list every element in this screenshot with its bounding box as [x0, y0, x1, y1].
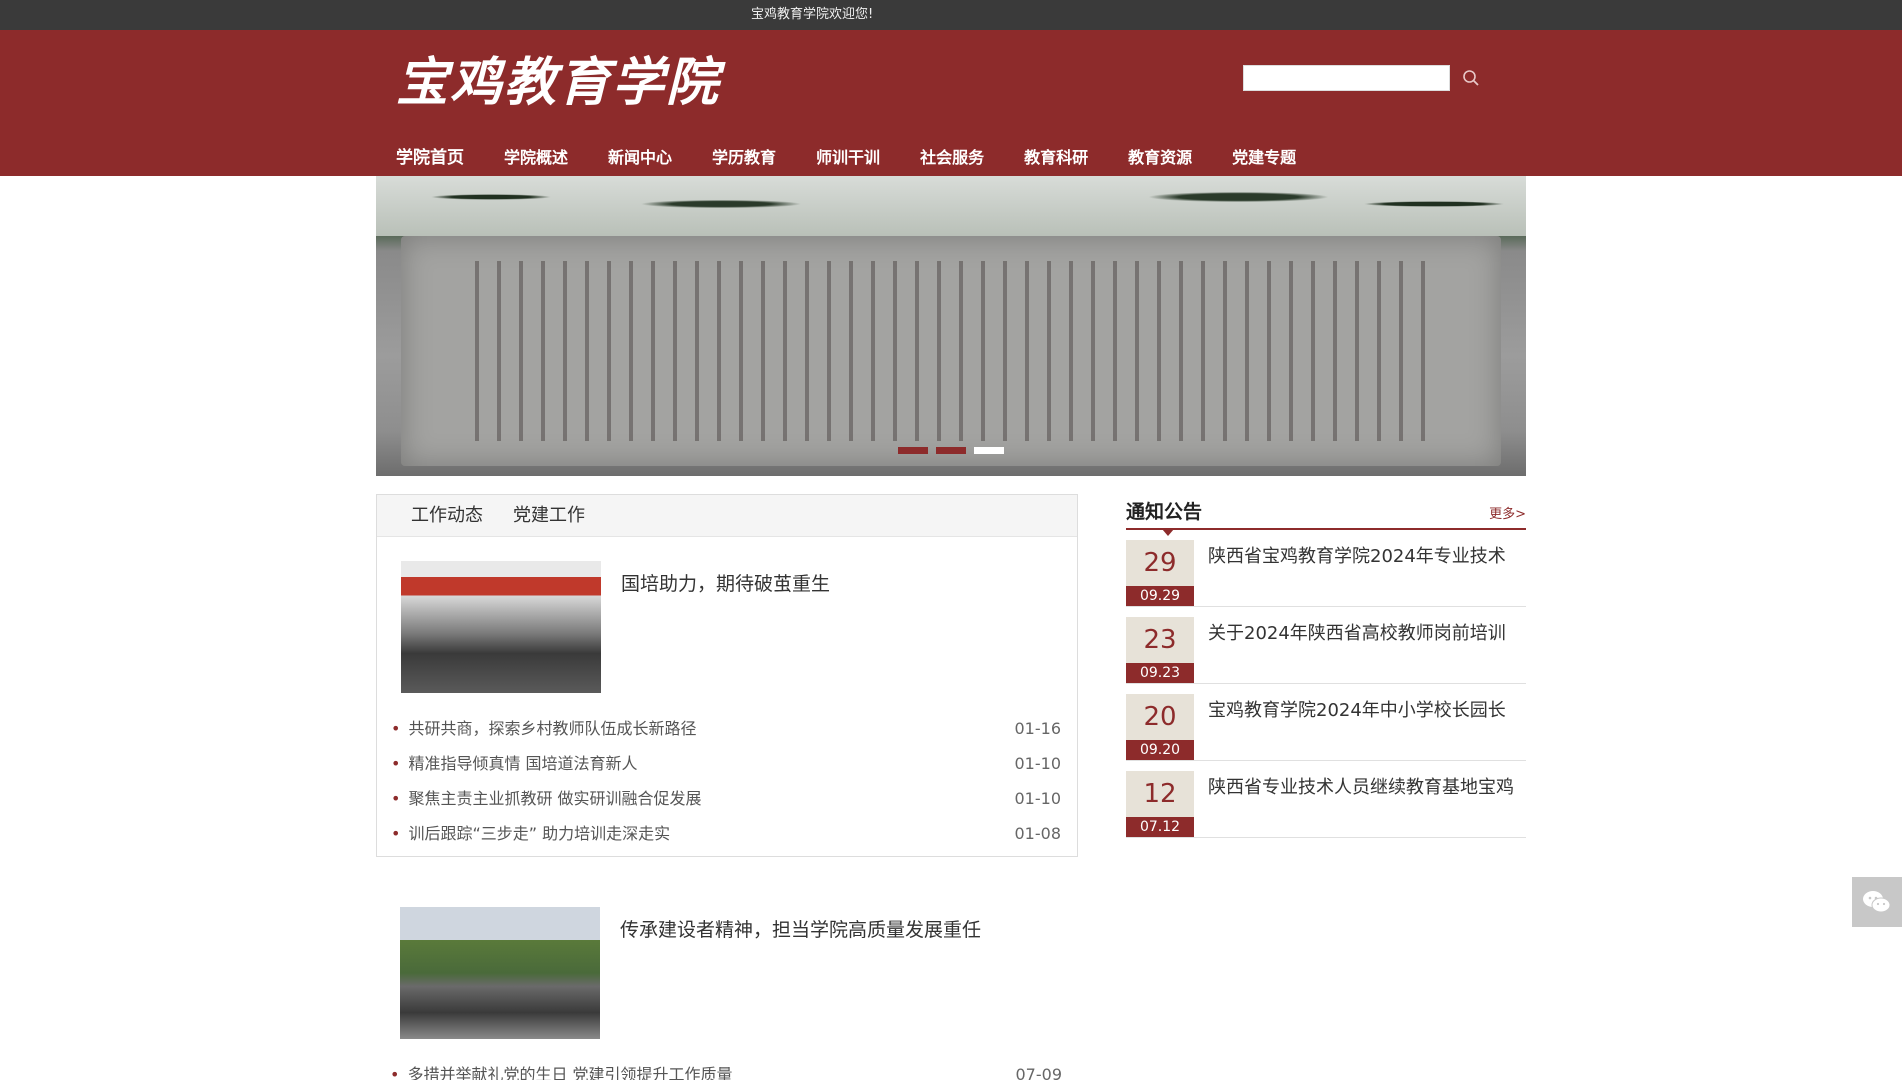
nav-party-building[interactable]: 党建专题 — [1212, 138, 1316, 176]
feature-news[interactable]: 国培助力，期待破茧重生 — [377, 537, 1077, 693]
notice-item-title[interactable]: 关于2024年陕西省高校教师岗前培训 — [1208, 619, 1506, 683]
site-logo[interactable]: 宝鸡教育学院 — [396, 40, 720, 115]
header: 宝鸡教育学院 学院首页 学院概述 新闻中心 学历教育 师训干训 社会服务 教育科… — [0, 30, 1902, 176]
news-column: 工作动态 党建工作 国培助力，期待破茧重生 共研共商，探索乡村教师队伍成长新路径… — [376, 494, 1078, 1080]
feature-party-title[interactable]: 传承建设者精神，担当学院高质量发展重任 — [620, 915, 981, 1039]
notice-item[interactable]: 29 09.29 陕西省宝鸡教育学院2024年专业技术 — [1126, 530, 1526, 607]
feature-news-image[interactable] — [401, 561, 601, 693]
banner-stone-image — [401, 236, 1501, 466]
wechat-icon — [1863, 891, 1891, 913]
main-nav: 学院首页 学院概述 新闻中心 学历教育 师训干训 社会服务 教育科研 教育资源 … — [376, 138, 1316, 176]
news-box: 工作动态 党建工作 国培助力，期待破茧重生 共研共商，探索乡村教师队伍成长新路径… — [376, 494, 1078, 857]
notice-date: 29 09.29 — [1126, 540, 1194, 606]
nav-resources[interactable]: 教育资源 — [1108, 138, 1212, 176]
feature-news-title[interactable]: 国培助力，期待破茧重生 — [621, 569, 830, 693]
notice-date: 23 09.23 — [1126, 617, 1194, 683]
notice-date: 12 07.12 — [1126, 771, 1194, 837]
list-item[interactable]: 多措并举献礼党的生日 党建引领提升工作质量07-09 — [390, 1057, 1062, 1080]
search-input[interactable] — [1243, 65, 1450, 91]
notice-arrow-icon — [1162, 529, 1174, 536]
news-tabs: 工作动态 党建工作 — [377, 495, 1077, 537]
banner-carousel[interactable] — [376, 176, 1526, 476]
tab-party-work[interactable]: 党建工作 — [513, 495, 585, 536]
tab-work-news[interactable]: 工作动态 — [411, 495, 483, 536]
nav-overview[interactable]: 学院概述 — [484, 138, 588, 176]
list-item[interactable]: 训后跟踪“三步走” 助力培训走深走实01-08 — [391, 816, 1061, 851]
notice-more-link[interactable]: 更多> — [1489, 503, 1526, 528]
carousel-dot-2[interactable] — [936, 447, 966, 454]
party-list: 多措并举献礼党的生日 党建引领提升工作质量07-09 — [376, 1039, 1078, 1080]
feature-party-news[interactable]: 传承建设者精神，担当学院高质量发展重任 — [376, 883, 1078, 1039]
notice-item[interactable]: 12 07.12 陕西省专业技术人员继续教育基地宝鸡 — [1126, 761, 1526, 838]
wechat-button[interactable] — [1852, 877, 1902, 927]
carousel-dots — [376, 447, 1526, 454]
top-bar: 宝鸡教育学院欢迎您! — [0, 0, 1902, 30]
notice-date: 20 09.20 — [1126, 694, 1194, 760]
search-box — [1243, 65, 1486, 91]
nav-research[interactable]: 教育科研 — [1004, 138, 1108, 176]
notice-column: 通知公告 更多> 29 09.29 陕西省宝鸡教育学院2024年专业技术 23 09… — [1126, 494, 1526, 1080]
notice-title: 通知公告 — [1126, 501, 1203, 523]
carousel-dot-1[interactable] — [898, 447, 928, 454]
list-item[interactable]: 精准指导倾真情 国培道法育新人01-10 — [391, 746, 1061, 781]
welcome-text: 宝鸡教育学院欢迎您! — [751, 7, 874, 22]
notice-item[interactable]: 23 09.23 关于2024年陕西省高校教师岗前培训 — [1126, 607, 1526, 684]
nav-home[interactable]: 学院首页 — [376, 138, 484, 176]
notice-header: 通知公告 更多> — [1126, 494, 1526, 536]
nav-social-service[interactable]: 社会服务 — [900, 138, 1004, 176]
feature-party-image[interactable] — [400, 907, 600, 1039]
notice-item-title[interactable]: 陕西省宝鸡教育学院2024年专业技术 — [1208, 542, 1506, 606]
nav-teacher-training[interactable]: 师训干训 — [796, 138, 900, 176]
news-list: 共研共商，探索乡村教师队伍成长新路径01-16 精准指导倾真情 国培道法育新人0… — [377, 693, 1077, 851]
list-item[interactable]: 共研共商，探索乡村教师队伍成长新路径01-16 — [391, 711, 1061, 746]
notice-item-title[interactable]: 宝鸡教育学院2024年中小学校长园长 — [1208, 696, 1506, 760]
nav-news[interactable]: 新闻中心 — [588, 138, 692, 176]
party-section: 传承建设者精神，担当学院高质量发展重任 多措并举献礼党的生日 党建引领提升工作质… — [376, 883, 1078, 1080]
notice-item[interactable]: 20 09.20 宝鸡教育学院2024年中小学校长园长 — [1126, 684, 1526, 761]
main-content: 工作动态 党建工作 国培助力，期待破茧重生 共研共商，探索乡村教师队伍成长新路径… — [376, 494, 1526, 1080]
nav-degree-education[interactable]: 学历教育 — [692, 138, 796, 176]
search-icon[interactable] — [1456, 65, 1486, 91]
list-item[interactable]: 聚焦主责主业抓教研 做实研训融合促发展01-10 — [391, 781, 1061, 816]
carousel-dot-3[interactable] — [974, 447, 1004, 454]
notice-item-title[interactable]: 陕西省专业技术人员继续教育基地宝鸡 — [1208, 773, 1514, 837]
